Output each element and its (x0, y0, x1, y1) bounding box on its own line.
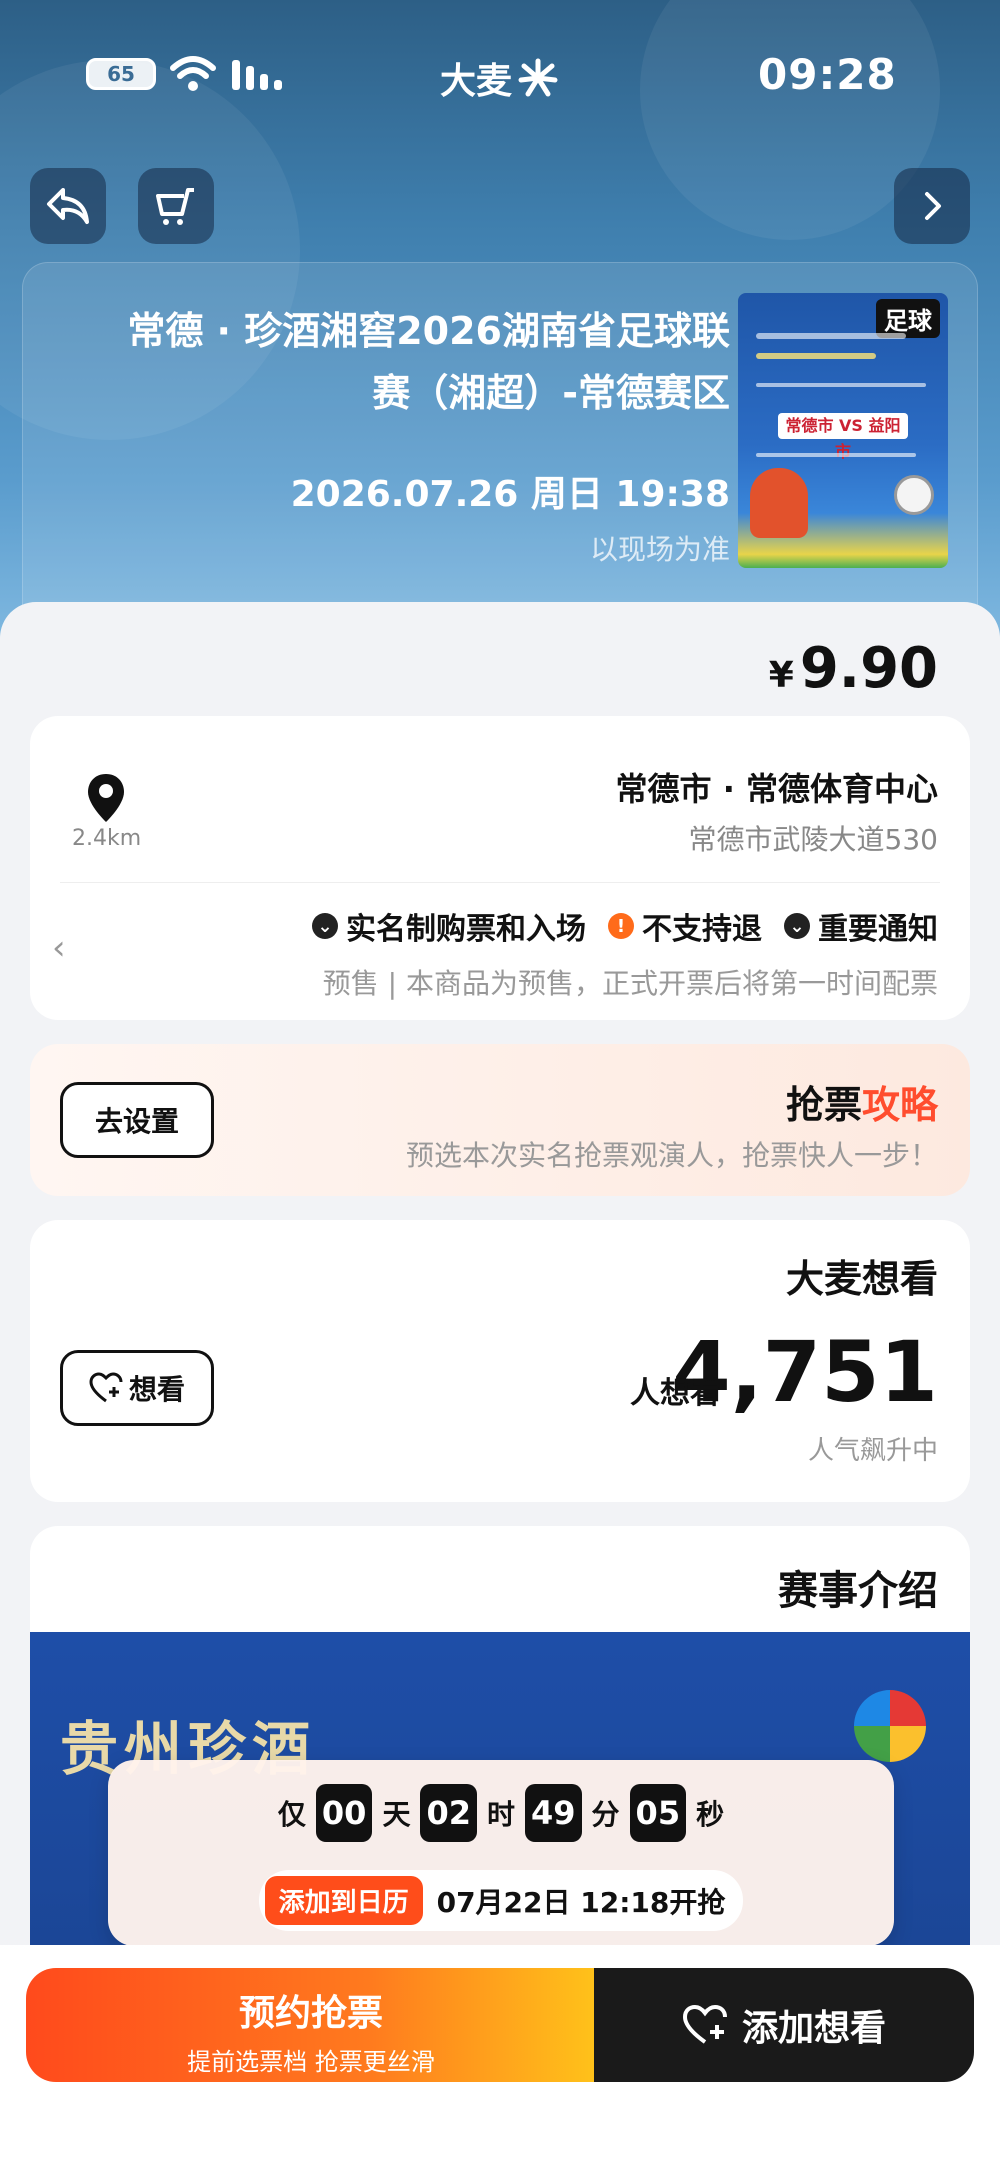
divider (60, 882, 940, 883)
heart-plus-icon (89, 1372, 123, 1403)
want-unit: 人想看 (630, 1376, 720, 1411)
intro-title: 赛事介绍 (778, 1568, 938, 1614)
countdown-days-unit: 天 (382, 1798, 411, 1831)
price-currency: ¥ (768, 655, 794, 696)
strategy-title-b: 攻略 (861, 1083, 938, 1127)
go-settings-label: 去设置 (94, 1105, 179, 1138)
exclamation-icon: ! (608, 913, 634, 939)
signal-icon (232, 60, 282, 90)
venue-card: 常德市 · 常德体育中心 常德市武陵大道530 2.4km ‹ ⌄ 实名制购票和… (30, 716, 970, 1020)
add-want-button[interactable]: 添加想看 (594, 1968, 974, 2082)
status-bar: 65 大麦 09:28 (0, 50, 1000, 102)
open-time-pill: 添加到日历 07月22日 12:18开抢 (258, 1870, 744, 1931)
app-logo-text: 大麦 (440, 61, 513, 102)
logo-burst-icon (518, 58, 558, 97)
strategy-title: 抢票攻略 (786, 1074, 938, 1129)
go-settings-button[interactable]: 去设置 (60, 1082, 214, 1158)
notice-item: ! 不支持退 (608, 904, 762, 948)
league-logo-icon (854, 1690, 926, 1762)
strategy-subtitle: 预选本次实名抢票观演人，抢票快人一步！ (405, 1139, 938, 1172)
battery-icon: 65 (86, 58, 156, 90)
cart-icon (156, 188, 194, 225)
chevron-down-icon: ⌄ (784, 913, 810, 939)
open-time: 07月22日 12:18开抢 (436, 1885, 726, 1919)
notice-item: ⌄ 重要通知 (784, 904, 938, 948)
add-want-label: 添加想看 (741, 2008, 886, 2049)
notice-label: 重要通知 (818, 912, 938, 947)
venue-address: 常德市武陵大道530 (688, 823, 938, 856)
poster-text-line (756, 333, 906, 339)
countdown-minutes-unit: 分 (591, 1798, 620, 1831)
want-title: 大麦想看 (786, 1248, 938, 1303)
presale-notice: 预售 | 本商品为预售，正式开票后将第一时间配票 (322, 967, 938, 1000)
countdown-prefix: 仅 (277, 1798, 306, 1831)
reserve-title: 预约抢票 (238, 1993, 383, 2034)
chevron-down-icon: ⌄ (312, 913, 338, 939)
notice-label: 不支持退 (642, 912, 762, 947)
chevron-right-icon (925, 192, 941, 220)
price-amount: 9.90 (799, 636, 938, 701)
share-button[interactable] (30, 168, 106, 244)
notice-item: ⌄ 实名制购票和入场 (312, 904, 586, 948)
venue-name[interactable]: 常德市 · 常德体育中心 (616, 764, 938, 810)
event-poster[interactable]: 足球 常德市 VS 益阳市 (738, 293, 948, 568)
poster-text-line (756, 353, 876, 359)
reserve-subtitle: 提前选票档 抢票更丝滑 (187, 2048, 435, 2076)
notice-label: 实名制购票和入场 (346, 912, 586, 947)
countdown-panel: 仅 00 天 02 时 49 分 05 秒 添加到日历 07月22日 12:18… (108, 1760, 894, 1946)
location-pin-icon[interactable] (86, 772, 126, 824)
poster-text-line (756, 453, 916, 457)
poster-text-line (756, 383, 926, 387)
forward-button[interactable] (894, 168, 970, 244)
want-to-see-card: 大麦想看 4,751 人想看 人气飙升中 想看 (30, 1220, 970, 1502)
reserve-ticket-button[interactable]: 预约抢票 提前选票档 抢票更丝滑 (26, 1968, 596, 2082)
football-icon (894, 475, 934, 515)
countdown-seconds-unit: 秒 (696, 1798, 725, 1831)
countdown-hours: 02 (420, 1784, 477, 1842)
countdown-days: 00 (315, 1784, 373, 1842)
event-date: 2026.07.26 周日 19:38 (290, 474, 730, 515)
want-subtitle: 人气飙升中 (807, 1436, 938, 1466)
want-title-text: 大麦想看 (785, 1257, 938, 1301)
status-time: 09:28 (758, 50, 897, 99)
heart-plus-icon (682, 2004, 727, 2044)
countdown-hours-unit: 时 (486, 1798, 515, 1831)
venue-distance: 2.4km (72, 826, 142, 851)
countdown-minutes: 49 (525, 1784, 582, 1842)
countdown-row: 仅 00 天 02 时 49 分 05 秒 (108, 1784, 894, 1842)
wifi-icon (170, 56, 216, 91)
want-button[interactable]: 想看 (60, 1350, 214, 1426)
notice-row[interactable]: ⌄ 实名制购票和入场 ! 不支持退 ⌄ 重要通知 (312, 904, 938, 948)
want-button-label: 想看 (128, 1373, 185, 1406)
event-title: 常德 · 珍酒湘窖2026湖南省足球联赛（湘超）-常德赛区 (127, 309, 730, 415)
price: ¥ 9.90 (769, 636, 938, 701)
app-logo: 大麦 (440, 52, 558, 104)
countdown-seconds: 05 (629, 1784, 687, 1842)
chevron-left-icon[interactable]: ‹ (52, 928, 66, 968)
ticket-strategy-card: 抢票攻略 预选本次实名抢票观演人，抢票快人一步！ 去设置 (30, 1044, 970, 1196)
poster-vs: 常德市 VS 益阳市 (778, 413, 908, 461)
cart-button[interactable] (138, 168, 214, 244)
add-to-calendar-button[interactable]: 添加到日历 (264, 1876, 423, 1925)
poster-mascot (750, 468, 808, 538)
countdown-open-row: 添加到日历 07月22日 12:18开抢 (108, 1870, 894, 1931)
event-note: 以现场为准 (589, 533, 730, 566)
strategy-title-a: 抢票 (785, 1083, 862, 1127)
share-arrow-icon (47, 188, 89, 224)
